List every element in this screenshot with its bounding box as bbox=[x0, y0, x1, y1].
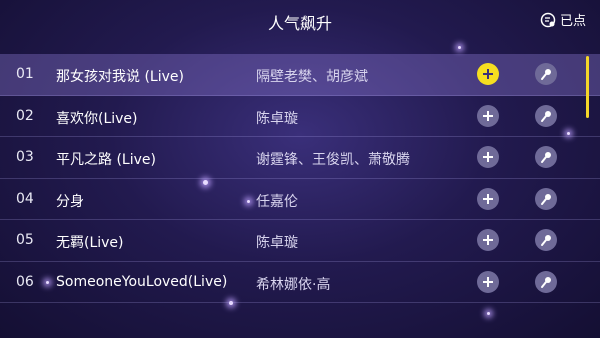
plus-icon bbox=[483, 193, 493, 204]
song-row[interactable]: 04 分身 任嘉伦 bbox=[0, 179, 600, 220]
sing-button[interactable] bbox=[535, 63, 557, 85]
microphone-icon bbox=[541, 152, 551, 163]
song-artist: 任嘉伦 bbox=[256, 193, 298, 210]
sing-button[interactable] bbox=[535, 187, 557, 210]
song-artist: 隔壁老樊、胡彦斌 bbox=[256, 69, 368, 85]
song-row[interactable]: 02 喜欢你(Live) 陈卓璇 bbox=[0, 96, 600, 137]
song-number: 06 bbox=[16, 273, 34, 290]
sing-button[interactable] bbox=[535, 270, 557, 293]
song-number: 05 bbox=[16, 232, 34, 248]
song-artist: 谢霆锋、王俊凯、萧敬腾 bbox=[256, 152, 410, 168]
header: 人气飙升 已点 bbox=[0, 0, 600, 48]
song-number: 01 bbox=[16, 66, 34, 82]
plus-icon bbox=[483, 110, 493, 121]
song-artist: 希林娜依·高 bbox=[256, 276, 331, 293]
microphone-icon bbox=[541, 193, 551, 205]
ordered-button[interactable]: 已点 bbox=[540, 10, 586, 29]
song-artist: 陈卓璇 bbox=[256, 235, 298, 251]
plus-icon bbox=[483, 152, 493, 162]
add-song-button[interactable] bbox=[477, 229, 499, 251]
song-number: 03 bbox=[16, 149, 34, 165]
song-title: 平凡之路 (Live) bbox=[56, 152, 156, 168]
add-song-button[interactable] bbox=[477, 104, 499, 127]
song-row[interactable]: 03 平凡之路 (Live) 谢霆锋、王俊凯、萧敬腾 bbox=[0, 137, 600, 179]
song-row[interactable]: 01 那女孩对我说 (Live) 隔壁老樊、胡彦斌 bbox=[0, 54, 600, 96]
plus-icon bbox=[483, 235, 493, 245]
song-number: 02 bbox=[16, 107, 34, 124]
add-song-button[interactable] bbox=[477, 187, 499, 210]
plus-icon bbox=[483, 276, 493, 287]
ordered-label: 已点 bbox=[559, 14, 586, 29]
add-song-button[interactable] bbox=[477, 270, 499, 293]
microphone-icon bbox=[541, 110, 551, 122]
add-song-button[interactable] bbox=[477, 63, 499, 85]
song-row[interactable]: 05 无羁(Live) 陈卓璇 bbox=[0, 220, 600, 262]
microphone-icon bbox=[541, 235, 551, 246]
ordered-list-icon bbox=[540, 12, 556, 27]
sing-button[interactable] bbox=[535, 229, 557, 251]
song-title: 无羁(Live) bbox=[56, 235, 124, 251]
scrollbar[interactable] bbox=[586, 56, 589, 118]
song-artist: 陈卓璇 bbox=[256, 110, 298, 127]
sparkle bbox=[487, 312, 490, 315]
page-title: 人气飙升 bbox=[267, 14, 332, 33]
microphone-icon bbox=[541, 69, 551, 80]
song-title: 那女孩对我说 (Live) bbox=[56, 69, 184, 85]
plus-icon bbox=[483, 69, 493, 79]
song-row[interactable]: 06 SomeoneYouLoved(Live) 希林娜依·高 bbox=[0, 262, 600, 303]
add-song-button[interactable] bbox=[477, 146, 499, 168]
sing-button[interactable] bbox=[535, 146, 557, 168]
microphone-icon bbox=[541, 276, 551, 288]
sing-button[interactable] bbox=[535, 104, 557, 127]
song-title: 喜欢你(Live) bbox=[56, 110, 138, 127]
song-title: SomeoneYouLoved(Live) bbox=[56, 273, 228, 290]
song-list: 01 那女孩对我说 (Live) 隔壁老樊、胡彦斌 02 喜欢你(Live) 陈… bbox=[0, 54, 600, 303]
song-title: 分身 bbox=[56, 193, 84, 210]
song-number: 04 bbox=[16, 190, 34, 207]
